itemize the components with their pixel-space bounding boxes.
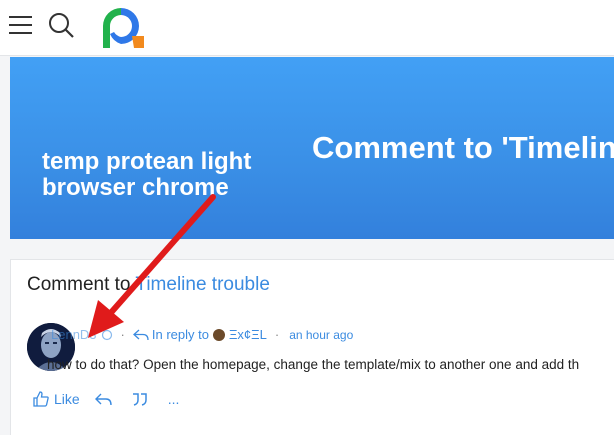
- more-options-button[interactable]: ...: [168, 391, 180, 407]
- like-label: Like: [54, 391, 80, 407]
- comment-topic-link[interactable]: Timeline trouble: [135, 274, 269, 295]
- thumbs-up-icon: [33, 391, 49, 407]
- comment-meta: LennD3 · In reply to Ξx¢ΞL · an hour ago: [51, 327, 353, 342]
- comment-timestamp[interactable]: an hour ago: [289, 328, 353, 342]
- status-icon: [101, 329, 112, 340]
- meta-separator: ·: [120, 327, 125, 342]
- site-logo[interactable]: [96, 2, 146, 50]
- hero-banner: temp protean light browser chrome Commen…: [10, 57, 614, 239]
- comment-body: how to do that? Open the homepage, chang…: [47, 357, 580, 372]
- hamburger-menu-icon[interactable]: [9, 14, 35, 36]
- in-reply-to-link[interactable]: In reply to Ξx¢ΞL: [132, 327, 267, 342]
- top-bar: [0, 0, 614, 56]
- in-reply-to-label: In reply to: [151, 327, 209, 342]
- reply-target-name: Ξx¢ΞL: [228, 327, 267, 342]
- reply-target-avatar: [212, 328, 225, 341]
- reply-icon: [94, 393, 112, 406]
- quote-icon: [132, 393, 147, 406]
- like-button[interactable]: Like: [33, 391, 80, 407]
- comment-title: Comment to Timeline trouble: [27, 274, 270, 296]
- comment-card: Comment to Timeline trouble LennD3 · In …: [10, 259, 614, 435]
- search-icon[interactable]: [47, 11, 75, 39]
- comment-title-prefix: Comment to: [27, 274, 136, 295]
- meta-separator: ·: [274, 327, 280, 342]
- comment-actions: Like ...: [33, 391, 193, 407]
- reply-arrow-icon: [132, 329, 149, 340]
- quote-button[interactable]: [131, 391, 154, 407]
- banner-page-title: Comment to 'Timeline: [312, 130, 614, 165]
- reply-button[interactable]: [94, 391, 117, 407]
- banner-theme-name: temp protean light browser chrome: [42, 148, 252, 201]
- comment-author[interactable]: LennD3: [51, 327, 97, 342]
